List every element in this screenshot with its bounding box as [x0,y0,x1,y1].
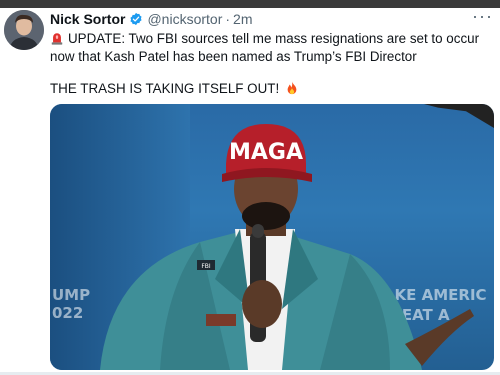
avatar[interactable] [4,10,44,50]
pin-text: FBI [201,263,211,270]
speaker-figure: MAGA FBI [100,124,474,370]
tweet-text-line2: THE TRASH IS TAKING ITSELF OUT! [50,81,280,96]
tweet-text-line1: UPDATE: Two FBI sources tell me mass res… [50,31,480,64]
verified-badge-icon [130,12,143,26]
siren-emoji-icon [51,33,63,45]
separator-dot: · [225,11,231,27]
fire-emoji-icon [287,81,297,95]
hat-text: MAGA [229,140,303,165]
tweet-text: UPDATE: Two FBI sources tell me mass res… [50,30,490,66]
author-handle[interactable]: @nicksortor [147,11,222,27]
top-divider [0,0,500,8]
timestamp[interactable]: 2m [233,11,252,27]
tweet-text-line2-container: THE TRASH IS TAKING ITSELF OUT! [50,80,298,98]
tweet-header: Nick Sortor @nicksortor · 2m [50,10,253,28]
tweet-media-image[interactable]: UMP 022 MAKE AMERIC GREAT A MAGA FBI [50,104,494,370]
more-options-icon[interactable]: ··· [472,6,493,27]
author-name[interactable]: Nick Sortor [50,11,125,27]
